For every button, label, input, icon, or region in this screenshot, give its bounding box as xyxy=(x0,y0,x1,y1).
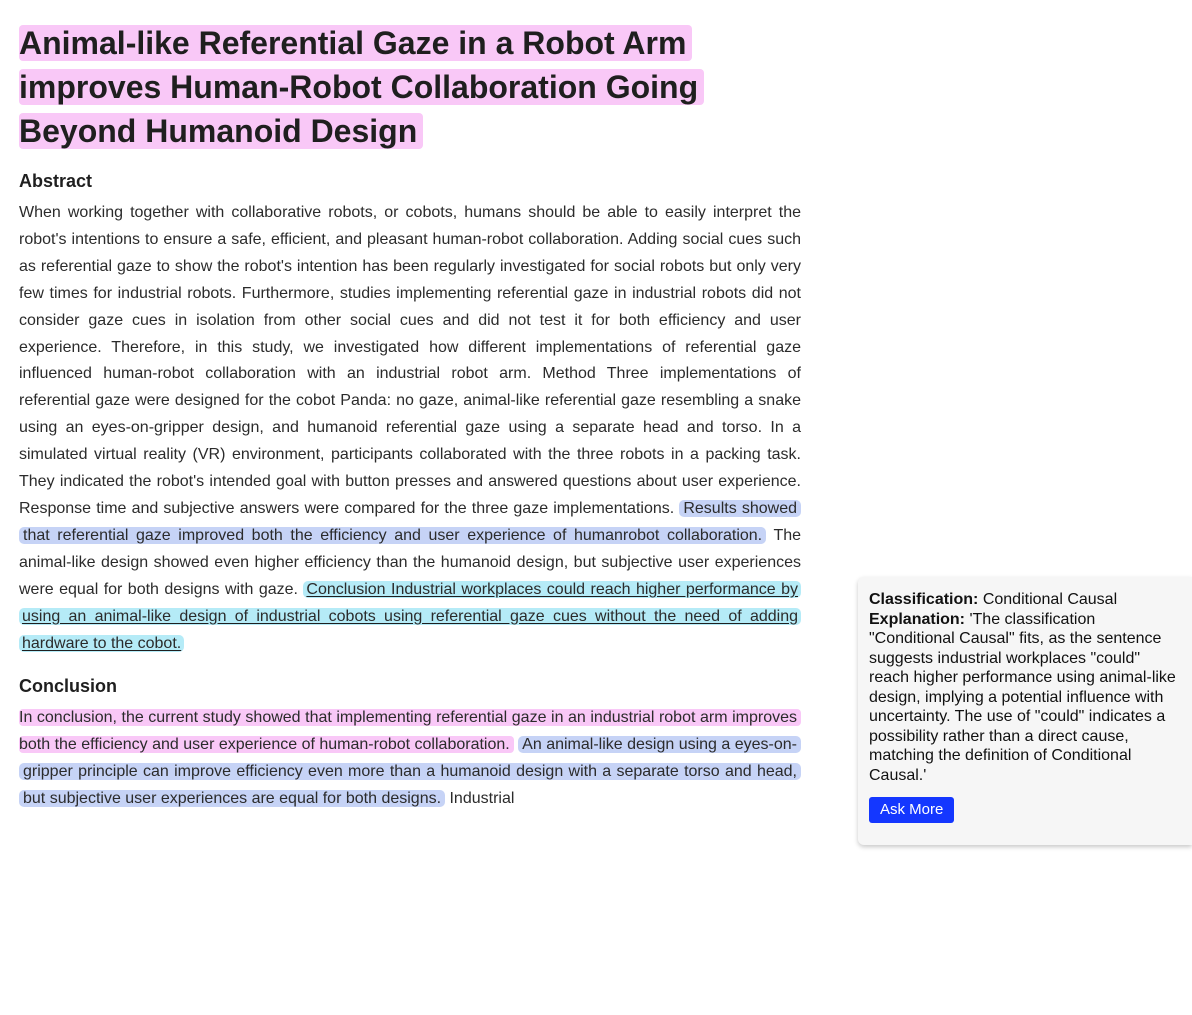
title-highlight[interactable]: Animal-like Referential Gaze in a Robot … xyxy=(19,25,705,149)
article: Animal-like Referential Gaze in a Robot … xyxy=(19,21,802,813)
abstract-heading: Abstract xyxy=(19,171,93,191)
classification-value: Conditional Causal xyxy=(982,591,1118,608)
classification-label: Classification: xyxy=(869,591,979,608)
conclusion-heading: Conclusion xyxy=(19,676,117,697)
paper-title: Animal-like Referential Gaze in a Robot … xyxy=(19,21,801,153)
explanation-value: 'The classification "Conditional Causal"… xyxy=(869,610,1176,784)
abstract-text: When working together with collaborative… xyxy=(19,204,801,517)
abstract-paragraph: When working together with collaborative… xyxy=(19,200,801,657)
explanation-label: Explanation: xyxy=(869,610,966,628)
conclusion-paragraph: In conclusion, the current study showed … xyxy=(19,705,802,813)
conclusion-text: Industrial xyxy=(449,790,515,808)
classification-line: Classification: Conditional Causal xyxy=(869,590,1182,610)
explanation-line: Explanation: 'The classification "Condit… xyxy=(869,610,1182,786)
classification-panel: Classification: Conditional Causal Expla… xyxy=(858,577,1192,845)
ask-more-button[interactable]: Ask More xyxy=(869,797,955,823)
